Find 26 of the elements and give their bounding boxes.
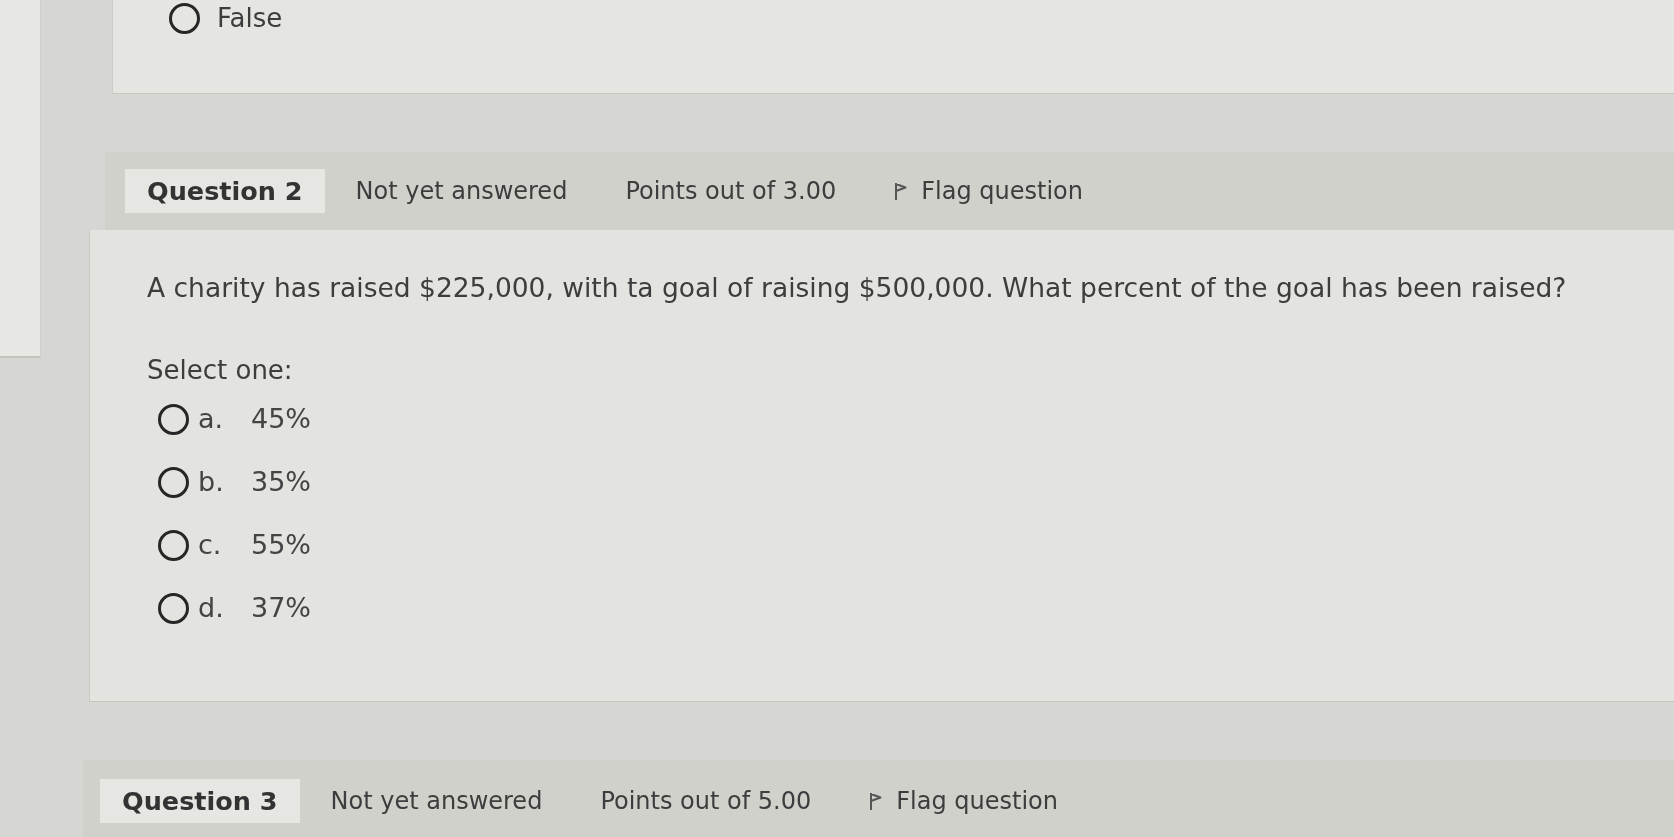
select-one-prompt: Select one: — [147, 354, 294, 387]
radio-button[interactable] — [169, 2, 200, 34]
option-letter: d. — [198, 591, 225, 626]
radio-button[interactable] — [158, 404, 189, 435]
option-letter: b. — [198, 465, 225, 500]
radio-button[interactable] — [158, 593, 189, 624]
answer-text: 35% — [251, 465, 311, 500]
radio-button[interactable] — [158, 530, 189, 561]
flag-question-link[interactable]: Flag question — [894, 173, 1083, 209]
option-letter: c. — [198, 528, 223, 563]
question-points: Points out of 3.00 — [625, 176, 837, 207]
question-text: A charity has raised $225,000, with ta goal of raising $500,000. What percent of the goal has been raised? — [147, 271, 1568, 305]
radio-button[interactable] — [158, 467, 189, 498]
question-points: Points out of 5.00 — [600, 786, 812, 817]
flag-icon — [869, 791, 883, 811]
answer-text: False — [217, 2, 283, 34]
answer-text: 45% — [251, 402, 311, 437]
flag-question-link[interactable]: Flag question — [869, 783, 1058, 819]
question-number: Question 2 — [125, 169, 325, 213]
question-number: Question 3 — [100, 779, 300, 823]
answer-text: 37% — [251, 591, 311, 626]
option-letter: a. — [198, 402, 225, 437]
question-status: Not yet answered — [355, 176, 568, 207]
flag-icon — [894, 181, 908, 201]
answer-text: 55% — [251, 528, 311, 563]
question-status: Not yet answered — [330, 786, 543, 817]
